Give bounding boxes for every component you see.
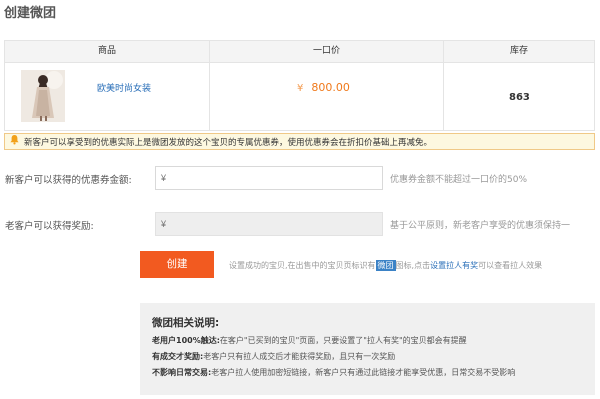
info-line-heading: 有成交才奖励: (152, 352, 204, 361)
table-header: 商品 一口价 库存 (5, 41, 594, 63)
weituan-badge-icon: 微团 (375, 260, 396, 271)
old-customer-reward-hint: 基于公平原则，新老客户享受的优惠须保持一 (390, 221, 571, 231)
product-table: 商品 一口价 库存 欧美时尚女装 ¥800.00 863 (4, 40, 595, 131)
info-line-heading: 不影响日常交易: (152, 368, 212, 377)
notice-banner: 新客户可以享受到的优惠实际上是微团发放的这个宝贝的专属优惠券，使用优惠券会在折扣… (4, 133, 595, 150)
bell-icon (9, 134, 21, 149)
product-thumbnail[interactable] (21, 70, 65, 122)
product-name-link[interactable]: 欧美时尚女装 (97, 81, 151, 94)
column-header-price: 一口价 (312, 46, 340, 56)
info-line-heading: 老用户100%触达: (152, 336, 220, 345)
info-line: 有成交才奖励:老客户只有拉人成交后才能获得奖励，且只有一次奖励 (152, 351, 395, 362)
info-panel: 微团相关说明: 老用户100%触达:在客户"已买到的宝贝"页面，只要设置了"拉人… (140, 303, 595, 395)
create-hint-text-end: 可以查看拉人效果 (478, 261, 543, 270)
info-line: 老用户100%触达:在客户"已买到的宝贝"页面，只要设置了"拉人有奖"的宝贝都会… (152, 335, 467, 346)
new-customer-coupon-input[interactable] (155, 166, 383, 190)
create-hint-text-middle: 图标,点击 (395, 261, 431, 270)
column-divider (209, 41, 210, 130)
new-customer-coupon-hint: 优惠券金额不能超过一口价的50% (390, 175, 528, 185)
column-divider (443, 41, 444, 130)
product-photo-icon (21, 70, 65, 122)
new-customer-coupon-label: 新客户可以获得的优惠券金额: (5, 175, 132, 186)
notice-text: 新客户可以享受到的优惠实际上是微团发放的这个宝贝的专属优惠券，使用优惠券会在折扣… (24, 138, 433, 148)
price-value: 800.00 (311, 81, 350, 94)
product-stock: 863 (509, 92, 530, 103)
create-hint-text: 设置成功的宝贝,在出售中的宝贝页标识有 (229, 261, 376, 270)
old-customer-reward-input[interactable] (155, 212, 383, 236)
set-referral-reward-link[interactable]: 设置拉人有奖 (430, 261, 478, 270)
column-header-stock: 库存 (509, 46, 528, 56)
page-title: 创建微团 (4, 6, 57, 21)
create-hint: 设置成功的宝贝,在出售中的宝贝页标识有 微团 图标,点击设置拉人有奖可以查看拉人效果 (229, 260, 542, 271)
info-title: 微团相关说明: (152, 317, 220, 329)
info-line: 不影响日常交易:老客户拉人使用加密短链接，新客户只有通过此链接才能享受优惠，日常… (152, 367, 515, 378)
info-line-text: 老客户只有拉人成交后才能获得奖励，且只有一次奖励 (203, 352, 396, 361)
info-line-text: 在客户"已买到的宝贝"页面，只要设置了"拉人有奖"的宝贝都会有提醒 (219, 336, 467, 345)
info-line-text: 老客户拉人使用加密短链接，新客户只有通过此链接才能享受优惠，日常交易不受影响 (211, 368, 516, 377)
old-customer-reward-label: 老客户可以获得奖励: (5, 221, 94, 232)
create-button[interactable]: 创建 (140, 251, 214, 278)
product-price: ¥800.00 (297, 81, 350, 94)
column-header-product: 商品 (97, 46, 116, 56)
currency-symbol: ¥ (297, 83, 304, 94)
